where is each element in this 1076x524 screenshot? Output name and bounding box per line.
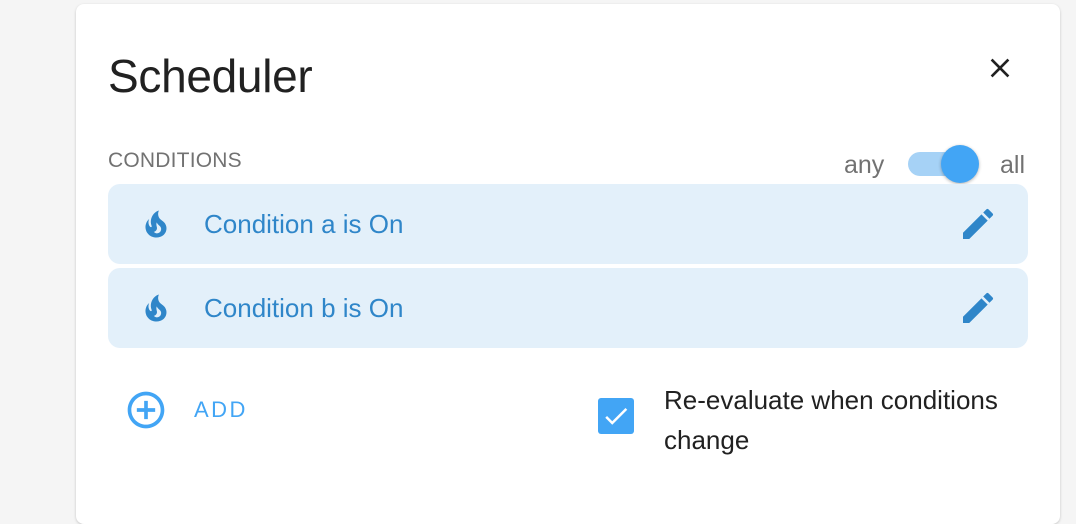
close-button[interactable] [976, 44, 1024, 92]
condition-row[interactable]: Condition a is On [108, 184, 1028, 264]
close-icon [990, 58, 1010, 78]
condition-label: Condition a is On [204, 209, 404, 239]
reevaluate-label: Re-evaluate when conditions change [664, 385, 998, 455]
reevaluate-checkbox[interactable] [598, 398, 634, 434]
switch-thumb [941, 145, 979, 183]
add-condition-button[interactable]: ADD [124, 386, 264, 434]
condition-row[interactable]: Condition b is On [108, 268, 1028, 348]
match-mode-switch[interactable] [908, 145, 980, 183]
edit-condition-button[interactable] [956, 202, 1000, 246]
fire-icon [145, 294, 167, 322]
condition-label: Condition b is On [204, 293, 404, 323]
toggle-any-label: any [844, 151, 885, 179]
fire-icon [145, 210, 167, 238]
pencil-icon [963, 292, 994, 323]
match-mode-toggle-row: any all [836, 142, 1036, 183]
plus-circle-icon [127, 391, 165, 429]
toggle-all-label: all [1000, 151, 1026, 179]
scheduler-dialog: Scheduler CONDITIONS any all Condition a… [76, 4, 1060, 524]
add-label: ADD [194, 397, 248, 422]
checkmark-icon [605, 407, 628, 425]
conditions-section-label: CONDITIONS [108, 149, 242, 172]
dialog-title: Scheduler [108, 50, 313, 102]
edit-condition-button[interactable] [956, 286, 1000, 330]
pencil-icon [963, 208, 994, 239]
